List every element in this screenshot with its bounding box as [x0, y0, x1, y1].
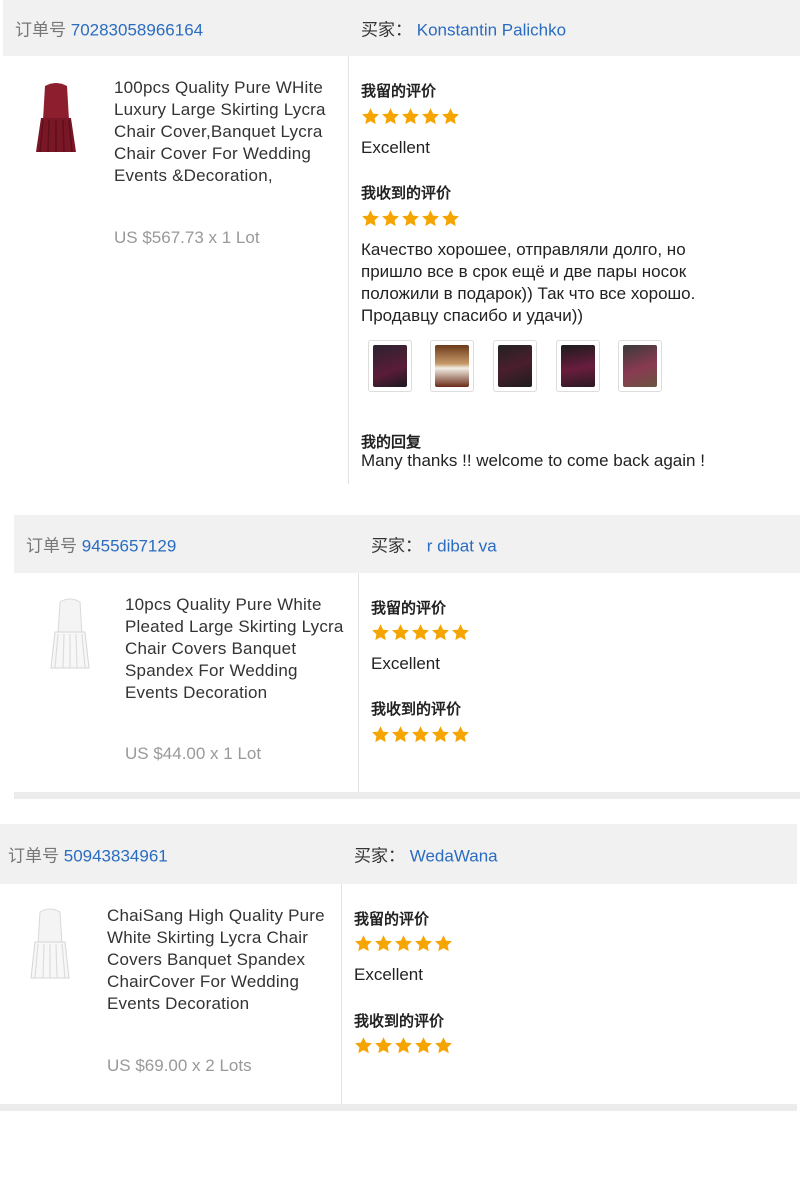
given-review-label-3: 我留的评价	[354, 911, 430, 928]
star-icon	[412, 624, 429, 641]
received-rating-stars-1	[361, 209, 460, 228]
star-icon	[392, 726, 409, 743]
buyer-1: 买家： Konstantin Palichko	[361, 20, 567, 40]
column-divider	[358, 573, 359, 793]
order-header-1: 订单号 70283058966164 买家： Konstantin Palich…	[3, 0, 800, 56]
given-review-text-1: Excellent	[361, 138, 430, 157]
star-icon	[355, 935, 372, 952]
star-icon	[375, 935, 392, 952]
buyer-name-link[interactable]: r dibat va	[427, 537, 497, 556]
star-icon	[422, 210, 439, 227]
review-photo-4[interactable]	[556, 340, 600, 392]
star-icon	[402, 108, 419, 125]
given-review-label-1: 我留的评价	[361, 83, 437, 100]
review-photo-3[interactable]	[493, 340, 537, 392]
given-review-text-2: Excellent	[371, 654, 440, 673]
review-photo-5[interactable]	[618, 340, 662, 392]
received-review-label-1: 我收到的评价	[361, 185, 452, 202]
order-number-link[interactable]: 50943834961	[64, 847, 168, 866]
product-image-chair-cover-burgundy[interactable]	[31, 82, 81, 154]
product-title-1[interactable]: 100pcs Quality Pure WHite Luxury Large S…	[114, 77, 342, 187]
star-icon	[422, 108, 439, 125]
star-icon	[362, 210, 379, 227]
card-bottom-border	[14, 792, 800, 799]
star-icon	[392, 624, 409, 641]
given-rating-stars-2	[371, 623, 470, 642]
reply-label-1: 我的回复	[361, 434, 422, 451]
column-divider	[341, 884, 342, 1106]
review-photo-1[interactable]	[368, 340, 412, 392]
star-icon	[452, 726, 469, 743]
card-bottom-border	[0, 1104, 797, 1111]
order-header-3: 订单号 50943834961 买家： WedaWana	[0, 824, 797, 884]
order-number-link[interactable]: 9455657129	[82, 537, 177, 556]
star-icon	[355, 1037, 372, 1054]
received-review-text-1: Качество хорошее, отправляли долго, но п…	[361, 240, 696, 325]
buyer-3: 买家： WedaWana	[354, 846, 498, 866]
product-title-3[interactable]: ChaiSang High Quality Pure White Skirtin…	[107, 905, 329, 1015]
order-number-2: 订单号 9455657129	[26, 536, 177, 556]
star-icon	[395, 1037, 412, 1054]
star-icon	[415, 1037, 432, 1054]
order-number-link[interactable]: 70283058966164	[71, 21, 203, 40]
star-icon	[442, 210, 459, 227]
order-number-3: 订单号 50943834961	[8, 846, 168, 866]
star-icon	[382, 108, 399, 125]
given-rating-stars-1	[361, 107, 460, 126]
star-icon	[412, 726, 429, 743]
received-review-label-2: 我收到的评价	[371, 701, 462, 718]
given-rating-stars-3	[354, 934, 453, 953]
star-icon	[432, 726, 449, 743]
received-rating-stars-2	[371, 725, 470, 744]
buyer-2: 买家： r dibat va	[371, 536, 497, 556]
order-header-2: 订单号 9455657129 买家： r dibat va	[14, 515, 800, 573]
given-review-label-2: 我留的评价	[371, 600, 447, 617]
star-icon	[372, 726, 389, 743]
received-review-label-3: 我收到的评价	[354, 1013, 445, 1030]
product-price-2: US $44.00 x 1 Lot	[125, 744, 262, 763]
buyer-name-link[interactable]: WedaWana	[410, 847, 498, 866]
order-card-3: 订单号 50943834961 买家： WedaWana ChaiSang Hi…	[0, 824, 797, 1114]
star-icon	[372, 624, 389, 641]
column-divider	[348, 56, 349, 484]
star-icon	[382, 210, 399, 227]
order-number-1: 订单号 70283058966164	[15, 20, 204, 40]
received-rating-stars-3	[354, 1036, 453, 1055]
star-icon	[362, 108, 379, 125]
product-price-1: US $567.73 x 1 Lot	[114, 228, 260, 247]
product-title-2[interactable]: 10pcs Quality Pure White Pleated Large S…	[125, 594, 345, 704]
star-icon	[395, 935, 412, 952]
order-card-1: 订单号 70283058966164 买家： Konstantin Palich…	[3, 0, 800, 490]
star-icon	[375, 1037, 392, 1054]
reply-text-1: Many thanks !! welcome to come back agai…	[361, 451, 705, 470]
star-icon	[415, 935, 432, 952]
given-review-text-3: Excellent	[354, 965, 423, 984]
star-icon	[402, 210, 419, 227]
star-icon	[432, 624, 449, 641]
product-image-chair-cover-white[interactable]	[28, 908, 72, 980]
star-icon	[435, 1037, 452, 1054]
star-icon	[435, 935, 452, 952]
buyer-name-link[interactable]: Konstantin Palichko	[417, 21, 566, 40]
product-price-3: US $69.00 x 2 Lots	[107, 1056, 252, 1075]
star-icon	[442, 108, 459, 125]
order-card-2: 订单号 9455657129 买家： r dibat va 10pcs Qual…	[14, 515, 800, 800]
product-image-chair-cover-white[interactable]	[48, 598, 92, 670]
review-photo-2[interactable]	[430, 340, 474, 392]
star-icon	[452, 624, 469, 641]
